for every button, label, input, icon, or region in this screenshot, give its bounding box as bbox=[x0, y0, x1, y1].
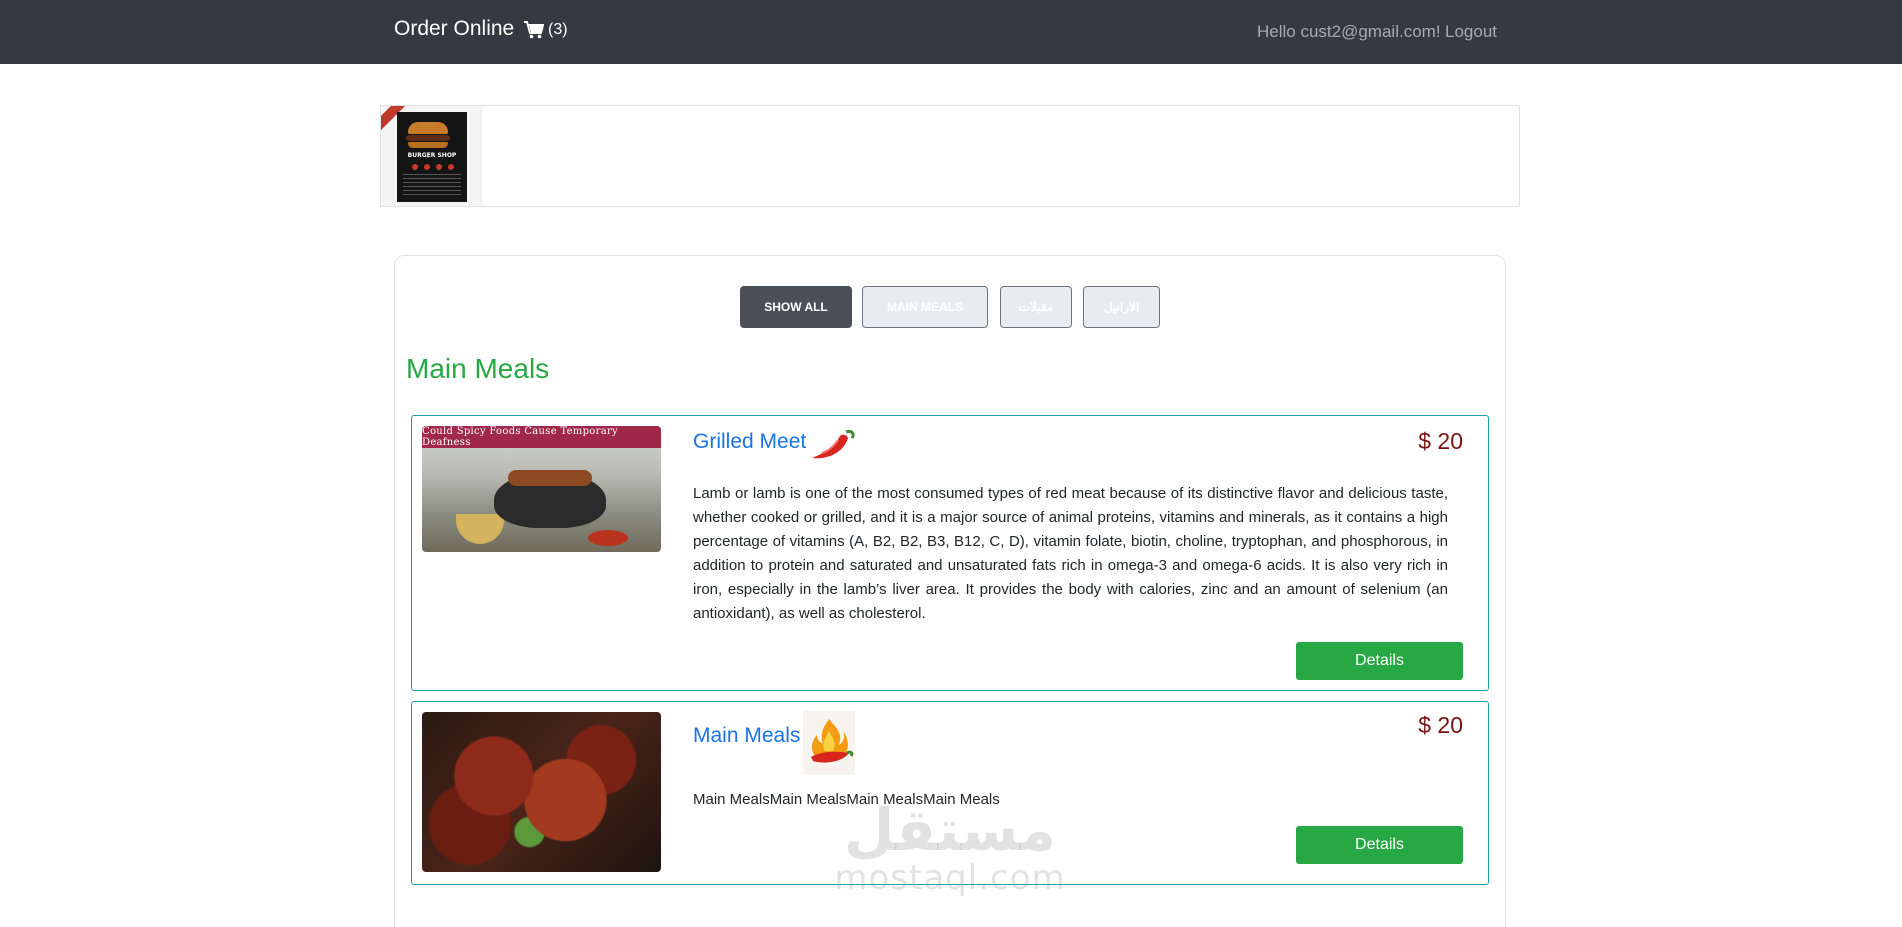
flaming-chili-icon bbox=[803, 711, 855, 775]
details-button[interactable]: Details bbox=[1296, 642, 1463, 680]
dish-price: $ 20 bbox=[1418, 428, 1463, 454]
dish-name-link[interactable]: Main Meals bbox=[693, 724, 800, 748]
burger-shop-poster: BURGER SHOP bbox=[381, 106, 482, 206]
dish-name-link[interactable]: Grilled Meet bbox=[693, 430, 806, 454]
details-button[interactable]: Details bbox=[1296, 826, 1463, 864]
filter-appetizers-button[interactable]: مقبلات bbox=[1000, 286, 1072, 328]
dish-price: $ 20 bbox=[1418, 712, 1463, 738]
user-greeting: Hello cust2@gmail.com! bbox=[1257, 22, 1441, 41]
menu-item-card: Could Spicy Foods Cause Temporary Deafne… bbox=[411, 415, 1489, 691]
main-meals-image[interactable] bbox=[422, 712, 661, 872]
shopping-cart-icon bbox=[524, 21, 544, 39]
brand-link[interactable]: Order Online bbox=[394, 17, 514, 41]
dish-description: Main MealsMain MealsMain MealsMain Meals bbox=[693, 791, 1000, 808]
chili-pepper-icon bbox=[812, 430, 855, 459]
restaurant-banner: BURGER SHOP bbox=[380, 105, 1520, 207]
menu-item-card: Main Meals $ 20 Main MealsMain MealsMain… bbox=[411, 701, 1489, 885]
filter-main-meals-button[interactable]: MAIN MEALS bbox=[862, 286, 988, 328]
dish-description: Lamb or lamb is one of the most consumed… bbox=[693, 485, 1448, 622]
top-navbar: Order Online (3) Hello cust2@gmail.com! … bbox=[0, 0, 1902, 64]
poster-title: BURGER SHOP bbox=[407, 152, 457, 159]
grilled-meat-image[interactable]: Could Spicy Foods Cause Temporary Deafne… bbox=[422, 426, 661, 552]
category-filters: SHOW ALL MAIN MEALS مقبلات الارانيل bbox=[0, 286, 1902, 328]
section-title: Main Meals bbox=[406, 353, 550, 384]
filter-category-4-button[interactable]: الارانيل bbox=[1083, 286, 1160, 328]
filter-show-all-button[interactable]: SHOW ALL bbox=[740, 286, 852, 328]
logout-link[interactable]: Logout bbox=[1445, 22, 1497, 42]
cart-link[interactable]: (3) bbox=[524, 21, 568, 39]
image-caption: Could Spicy Foods Cause Temporary Deafne… bbox=[422, 426, 661, 448]
cart-count: (3) bbox=[548, 21, 568, 38]
